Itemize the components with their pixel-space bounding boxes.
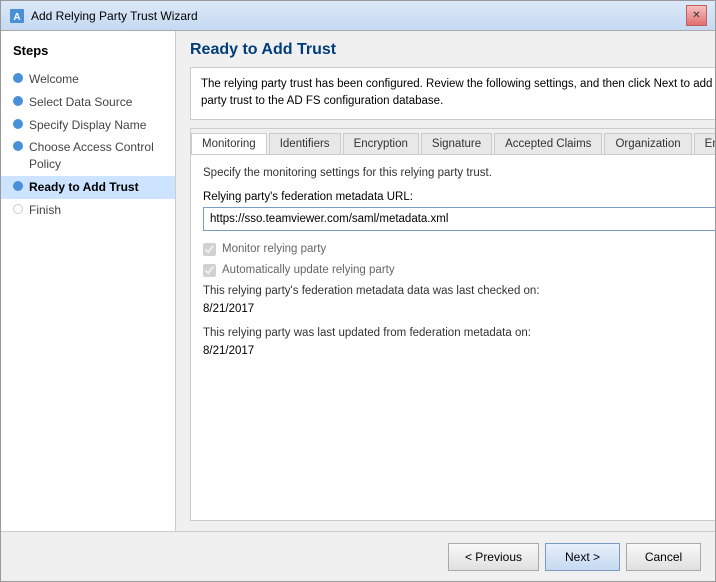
last-checked-value: 8/21/2017 [203,303,715,315]
monitoring-description: Specify the monitoring settings for this… [203,167,715,179]
tab-organization[interactable]: Organization [604,133,691,154]
last-updated-text: This relying party was last updated from… [203,327,715,339]
content-area: Steps Welcome Select Data Source Specify… [1,31,715,531]
title-bar: A Add Relying Party Trust Wizard ✕ [1,1,715,31]
auto-update-checkbox[interactable] [203,264,216,277]
tab-content-monitoring: Specify the monitoring settings for this… [191,155,715,521]
step-dot-ready-to-add [13,181,23,191]
sidebar-item-ready-to-add[interactable]: Ready to Add Trust [1,176,175,199]
info-box: The relying party trust has been configu… [190,67,715,120]
close-button[interactable]: ✕ [686,5,707,26]
auto-update-label: Automatically update relying party [222,264,395,276]
sidebar-item-choose-access-control[interactable]: Choose Access Control Policy [1,136,175,176]
monitor-relying-party-label: Monitor relying party [222,243,326,255]
tab-endpoints[interactable]: Endpoints [694,133,715,154]
previous-button[interactable]: < Previous [448,543,539,571]
step-dot-choose-access-control [13,141,23,151]
info-text: The relying party trust has been configu… [201,78,715,107]
tab-encryption[interactable]: Encryption [343,133,419,154]
checkbox-monitor-row: Monitor relying party [203,243,715,256]
tab-identifiers[interactable]: Identifiers [269,133,341,154]
last-checked-text: This relying party's federation metadata… [203,285,715,297]
window-icon: A [9,8,25,24]
url-field-group: Relying party's federation metadata URL: [203,191,715,231]
monitor-relying-party-checkbox[interactable] [203,243,216,256]
last-updated-value: 8/21/2017 [203,345,715,357]
tab-bar: Monitoring Identifiers Encryption Signat… [191,129,715,155]
url-input[interactable] [203,207,715,231]
tab-monitoring[interactable]: Monitoring [191,133,267,155]
tab-signature[interactable]: Signature [421,133,492,154]
step-dot-welcome [13,73,23,83]
window-title: Add Relying Party Trust Wizard [31,9,686,23]
page-title: Ready to Add Trust [190,41,715,59]
main-window: A Add Relying Party Trust Wizard ✕ Steps… [0,0,716,582]
step-dot-select-data-source [13,96,23,106]
step-dot-specify-display-name [13,119,23,129]
tab-panel: Monitoring Identifiers Encryption Signat… [190,128,715,522]
sidebar-title: Steps [1,43,175,68]
url-label: Relying party's federation metadata URL: [203,191,715,203]
sidebar-item-welcome[interactable]: Welcome [1,68,175,91]
tab-accepted-claims[interactable]: Accepted Claims [494,133,602,154]
svg-text:A: A [13,12,20,23]
next-button[interactable]: Next > [545,543,620,571]
step-dot-finish [13,204,23,214]
sidebar-item-select-data-source[interactable]: Select Data Source [1,91,175,114]
sidebar-item-finish[interactable]: Finish [1,199,175,222]
checkbox-autoupdate-row: Automatically update relying party [203,264,715,277]
sidebar-item-specify-display-name[interactable]: Specify Display Name [1,114,175,137]
main-area: Ready to Add Trust The relying party tru… [176,31,715,531]
footer: < Previous Next > Cancel [1,531,715,581]
cancel-button[interactable]: Cancel [626,543,701,571]
sidebar: Steps Welcome Select Data Source Specify… [1,31,176,531]
